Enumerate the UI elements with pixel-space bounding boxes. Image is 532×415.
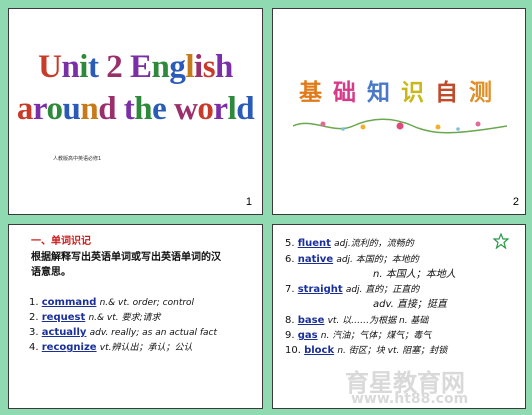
list-item: 9. gas n. 汽油；气体；煤气；毒气 bbox=[285, 330, 432, 341]
title-char: 自 bbox=[435, 79, 458, 106]
answer-word: native bbox=[297, 254, 334, 265]
slide-1-subtitle: 人教版高中英语必修1 bbox=[53, 156, 102, 162]
star-icon bbox=[493, 233, 509, 249]
answer-word: block bbox=[304, 345, 335, 356]
answer-word: fluent bbox=[297, 238, 331, 249]
slide-2[interactable]: 基础知识自测 2 bbox=[272, 8, 526, 215]
list-item: 8. base vt. 以……为根据 n. 基础 bbox=[285, 315, 429, 326]
list-item: 4. recognize vt.辨认出；承认；公认 bbox=[29, 342, 193, 353]
list-item: 3. actually adv. really; as an actual fa… bbox=[29, 327, 218, 338]
watermark-url: www.ht88.com bbox=[351, 391, 469, 407]
answer-word: straight bbox=[297, 284, 343, 295]
slide-1-title-line1: Unit 2 English bbox=[38, 49, 233, 85]
answer-word: base bbox=[297, 315, 325, 326]
list-item: 10. block n. 街区；块 vt. 阻塞；封锁 bbox=[285, 345, 448, 356]
instruction-line-2: 语意思。 bbox=[31, 267, 71, 278]
list-item: 2. request n.& vt. 要求;请求 bbox=[29, 312, 161, 323]
instruction-line-1: 根据解释写出英语单词或写出英语单词的汉 bbox=[31, 252, 221, 263]
list-item: 1. command n.& vt. order; control bbox=[29, 297, 195, 308]
slide-1-title-line2: around the world bbox=[16, 91, 255, 127]
list-item-continued: adv. 直接；挺直 bbox=[373, 299, 447, 310]
answer-word: request bbox=[41, 312, 86, 323]
slide-4[interactable]: 5. fluent adj.流利的，流畅的 6. native adj. 本国的… bbox=[272, 224, 526, 409]
slide-2-number: 2 bbox=[512, 196, 519, 208]
title-char: 知 bbox=[367, 79, 390, 106]
title-char: 识 bbox=[401, 79, 424, 106]
answer-word: recognize bbox=[41, 342, 97, 353]
slide-1-number: 1 bbox=[245, 196, 252, 208]
answer-word: actually bbox=[41, 327, 87, 338]
title-char: 础 bbox=[333, 79, 356, 106]
list-item: 6. native adj. 本国的；本地的 bbox=[285, 254, 419, 265]
list-item: 5. fluent adj.流利的，流畅的 bbox=[285, 238, 414, 249]
answer-word: gas bbox=[297, 330, 318, 341]
title-char: 测 bbox=[469, 79, 492, 106]
section-heading: 一、单词识记 bbox=[31, 236, 91, 247]
slide-1[interactable]: Unit 2 English around the world 人教版高中英语必… bbox=[8, 8, 263, 215]
title-char: 基 bbox=[299, 79, 322, 106]
list-item-continued: n. 本国人；本地人 bbox=[373, 269, 456, 280]
decorative-vine-divider bbox=[293, 118, 507, 134]
slide-3[interactable]: 一、单词识记 根据解释写出英语单词或写出英语单词的汉 语意思。 1. comma… bbox=[8, 224, 263, 409]
list-item: 7. straight adj. 直的；正直的 bbox=[285, 284, 420, 295]
answer-word: command bbox=[41, 297, 97, 308]
